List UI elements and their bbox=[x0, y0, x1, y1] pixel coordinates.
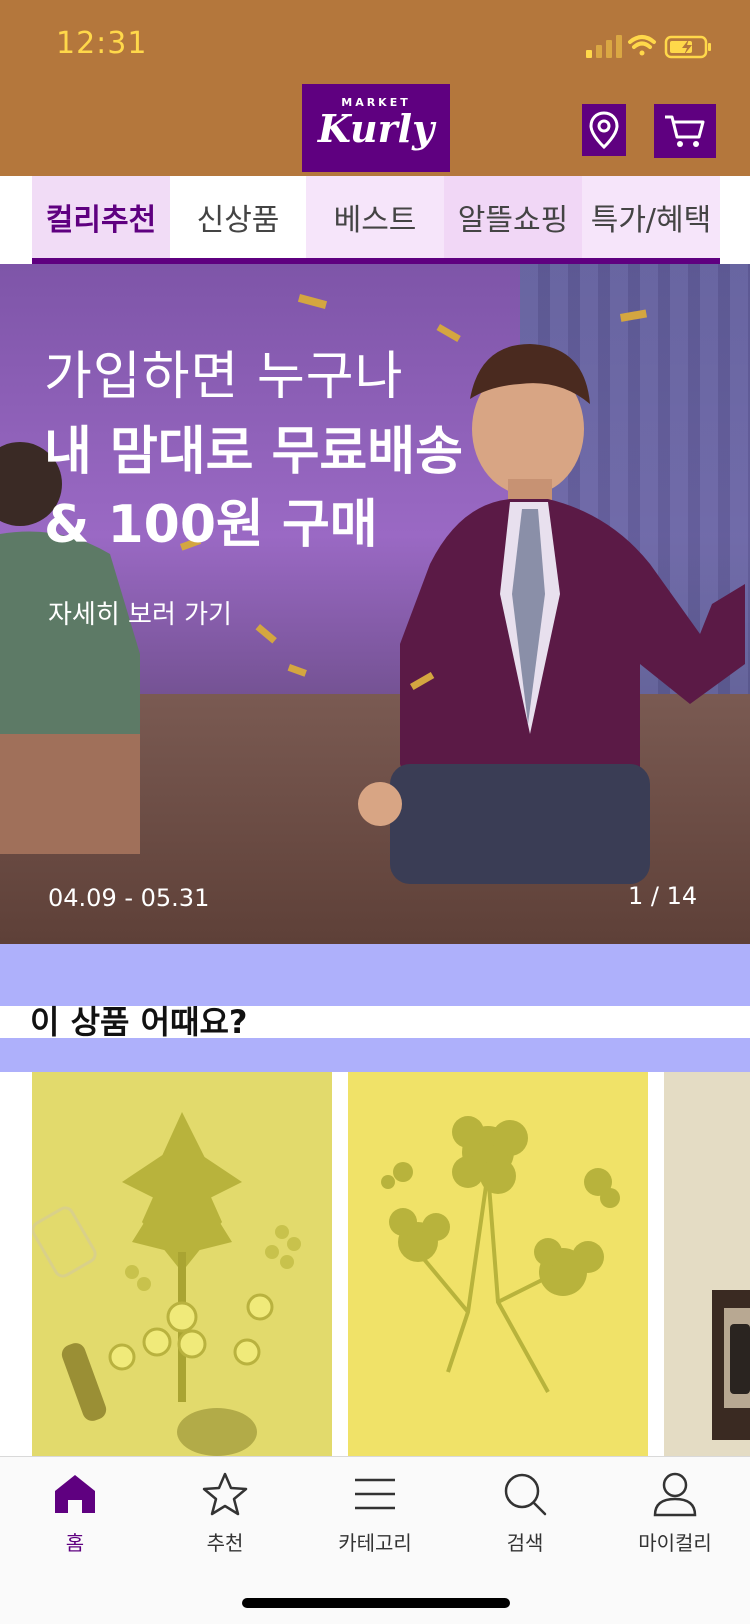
nav-search-label: 검색 bbox=[506, 1531, 544, 1555]
hero-banner[interactable]: 가입하면 누구나 내 맘대로 무료배송 & 100원 구매 자세히 보러 가기 … bbox=[0, 264, 750, 944]
tab-new[interactable]: 신상품 bbox=[170, 176, 306, 264]
product-image bbox=[348, 1072, 648, 1456]
nav-home-label: 홈 bbox=[65, 1531, 85, 1555]
app-header: 12:31 MARKET Kurly bbox=[0, 0, 750, 176]
product-image bbox=[664, 1072, 750, 1456]
nav-search[interactable]: 검색 bbox=[450, 1457, 600, 1567]
wifi-icon bbox=[628, 35, 656, 56]
banner-detail-link[interactable]: 자세히 보러 가기 bbox=[48, 594, 232, 631]
product-card[interactable] bbox=[32, 1072, 332, 1456]
banner-title-line3: & 100원 구매 bbox=[44, 495, 378, 555]
search-icon bbox=[500, 1469, 550, 1519]
nav-recommend[interactable]: 추천 bbox=[150, 1457, 300, 1567]
section-spacer-top bbox=[0, 944, 750, 1006]
banner-title-line2: 내 맘대로 무료배송 bbox=[44, 422, 463, 482]
banner-period: 04.09 - 05.31 bbox=[48, 884, 210, 912]
nav-category-label: 카테고리 bbox=[338, 1531, 412, 1555]
nav-mykurly[interactable]: 마이컬리 bbox=[600, 1457, 750, 1567]
category-tabs: 컬리추천 신상품 베스트 알뜰쇼핑 특가/혜택 bbox=[0, 176, 750, 264]
home-icon bbox=[50, 1469, 100, 1519]
tab-recommend[interactable]: 컬리추천 bbox=[32, 176, 170, 264]
nav-home[interactable]: 홈 bbox=[0, 1457, 150, 1567]
location-button[interactable] bbox=[582, 104, 626, 156]
user-icon bbox=[650, 1469, 700, 1519]
menu-icon bbox=[350, 1469, 400, 1519]
home-indicator[interactable] bbox=[242, 1598, 510, 1608]
star-icon bbox=[200, 1469, 250, 1519]
status-icons bbox=[586, 30, 726, 64]
product-image bbox=[32, 1072, 332, 1456]
cart-icon bbox=[665, 115, 705, 147]
location-pin-icon bbox=[589, 111, 619, 150]
section-header: 이 상품 어때요? bbox=[0, 1006, 750, 1038]
nav-mykurly-label: 마이컬리 bbox=[638, 1531, 712, 1555]
cart-button[interactable] bbox=[654, 104, 716, 158]
nav-category[interactable]: 카테고리 bbox=[300, 1457, 450, 1567]
banner-title-line1: 가입하면 누구나 bbox=[44, 347, 404, 407]
product-card[interactable] bbox=[348, 1072, 648, 1456]
section-title: 이 상품 어때요? bbox=[30, 1003, 248, 1041]
tab-bargain[interactable]: 알뜰쇼핑 bbox=[444, 176, 582, 264]
section-spacer-bottom bbox=[0, 1038, 750, 1072]
tab-best[interactable]: 베스트 bbox=[306, 176, 444, 264]
tab-special[interactable]: 특가/혜택 bbox=[582, 176, 720, 264]
product-card[interactable] bbox=[664, 1072, 750, 1456]
battery-icon bbox=[664, 35, 711, 59]
nav-recommend-label: 추천 bbox=[206, 1531, 244, 1555]
status-time: 12:31 bbox=[56, 26, 148, 61]
logo-kurly-text: Kurly bbox=[317, 106, 435, 151]
signal-icon bbox=[586, 35, 622, 58]
kurly-logo[interactable]: MARKET Kurly bbox=[302, 84, 450, 172]
banner-pager: 1 / 14 bbox=[628, 882, 698, 910]
